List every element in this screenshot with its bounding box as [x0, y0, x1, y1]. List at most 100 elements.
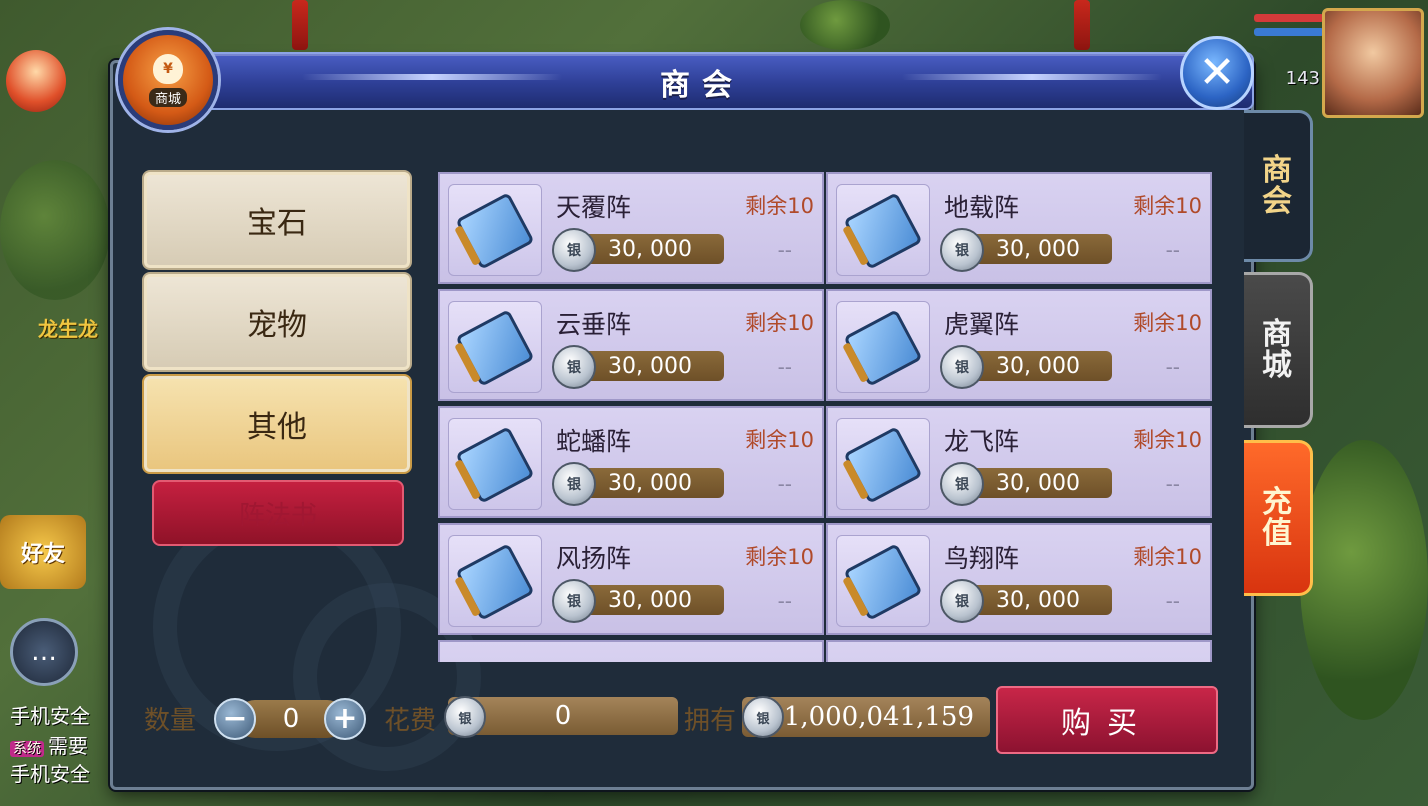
increase-quantity-button[interactable]: + — [324, 698, 366, 740]
quantity-label: 数量 — [144, 706, 197, 736]
silver-coin-icon: 银 — [940, 228, 984, 272]
item-card[interactable]: 鸟翔阵 剩余10 30, 000 银 -- — [826, 523, 1212, 635]
item-remaining: 剩余10 — [1133, 311, 1202, 335]
shop-emblem-icon: ¥ 商城 — [118, 30, 218, 130]
formation-book-icon — [842, 543, 923, 621]
formation-book-icon — [842, 192, 923, 270]
npc-name: 龙生龙 — [38, 317, 98, 341]
item-card-partial[interactable] — [826, 640, 1212, 662]
silver-coin-icon: 银 — [552, 462, 596, 506]
item-remaining: 剩余10 — [745, 428, 814, 452]
chat-line: 手机安全 — [10, 704, 90, 728]
item-icon-frame — [448, 535, 542, 627]
category-gems[interactable]: 宝石 — [142, 170, 412, 270]
tab-mall[interactable]: 商 城 — [1244, 272, 1313, 428]
item-extra: -- — [1165, 238, 1180, 262]
item-icon-frame — [836, 184, 930, 276]
category-other[interactable]: 其他 — [142, 374, 412, 474]
world-pillar — [1074, 0, 1090, 50]
mascot-icon[interactable] — [6, 50, 66, 112]
item-remaining: 剩余10 — [1133, 545, 1202, 569]
decrease-quantity-button[interactable]: − — [214, 698, 256, 740]
item-price: 30, 000 — [968, 234, 1112, 264]
item-price: 30, 000 — [580, 234, 724, 264]
silver-coin-icon: 银 — [940, 345, 984, 389]
silver-coin-icon: 银 — [940, 579, 984, 623]
item-card-partial[interactable] — [438, 640, 824, 662]
item-name: 龙飞阵 — [944, 427, 1020, 456]
item-icon-frame — [448, 184, 542, 276]
item-price: 30, 000 — [580, 468, 724, 498]
item-price: 30, 000 — [968, 585, 1112, 615]
item-price: 30, 000 — [580, 585, 724, 615]
item-grid[interactable]: 天覆阵 剩余10 30, 000 银 -- 地载阵 剩余10 30, 000 银… — [438, 172, 1212, 662]
formation-book-icon — [454, 543, 535, 621]
player-avatar[interactable] — [1322, 8, 1424, 118]
item-remaining: 剩余10 — [1133, 428, 1202, 452]
item-extra: -- — [1165, 355, 1180, 379]
item-price: 30, 000 — [580, 351, 724, 381]
subcategory-formation-books[interactable]: 阵法书 — [152, 480, 404, 546]
tab-label: 商 会 — [1262, 152, 1292, 219]
mp-bar — [1254, 28, 1324, 36]
item-name: 蛇蟠阵 — [556, 427, 632, 456]
item-extra: -- — [1165, 472, 1180, 496]
tab-recharge[interactable]: 充 值 — [1244, 440, 1313, 596]
item-extra: -- — [777, 238, 792, 262]
category-pets[interactable]: 宠物 — [142, 272, 412, 372]
item-remaining: 剩余10 — [745, 194, 814, 218]
world-tree — [1300, 440, 1428, 720]
dialog-title-bar: 商会 — [150, 52, 1254, 110]
item-card[interactable]: 龙飞阵 剩余10 30, 000 银 -- — [826, 406, 1212, 518]
item-price: 30, 000 — [968, 351, 1112, 381]
item-card[interactable]: 地载阵 剩余10 30, 000 银 -- — [826, 172, 1212, 284]
tab-chamber-of-commerce[interactable]: 商 会 — [1244, 110, 1313, 262]
silver-coin-icon: 银 — [940, 462, 984, 506]
cost-label: 花费 — [384, 706, 437, 736]
dialog-title: 商会 — [660, 68, 744, 103]
money-bag-icon: ¥ — [153, 53, 183, 84]
item-card[interactable]: 天覆阵 剩余10 30, 000 银 -- — [438, 172, 824, 284]
silver-coin-icon: 银 — [444, 696, 486, 738]
close-button[interactable]: ✕ — [1180, 36, 1254, 110]
item-name: 虎翼阵 — [944, 310, 1020, 339]
silver-coin-icon: 银 — [552, 345, 596, 389]
world-tree — [800, 0, 890, 50]
world-pillar — [292, 0, 308, 50]
chat-line: 手机安全 — [10, 762, 90, 786]
item-name: 风扬阵 — [556, 544, 632, 573]
chat-bubble-icon[interactable]: … — [10, 618, 78, 686]
item-card[interactable]: 虎翼阵 剩余10 30, 000 银 -- — [826, 289, 1212, 401]
item-remaining: 剩余10 — [745, 311, 814, 335]
item-icon-frame — [836, 535, 930, 627]
silver-coin-icon: 银 — [552, 579, 596, 623]
chat-line: 系统 需要 — [10, 730, 88, 759]
item-price: 30, 000 — [968, 468, 1112, 498]
item-extra: -- — [777, 355, 792, 379]
formation-book-icon — [454, 426, 535, 504]
silver-coin-icon: 银 — [742, 696, 784, 738]
buy-button[interactable]: 购买 — [996, 686, 1218, 754]
item-icon-frame — [836, 301, 930, 393]
tab-label: 商 城 — [1262, 316, 1292, 383]
tab-label: 充 值 — [1262, 484, 1292, 551]
emblem-label: 商城 — [148, 87, 187, 107]
friends-button[interactable]: 好友 — [0, 515, 86, 589]
system-tag: 系统 — [10, 741, 44, 757]
formation-book-icon — [454, 192, 535, 270]
hp-bar — [1254, 14, 1324, 22]
world-tree — [0, 160, 110, 300]
player-level: 143 — [1285, 68, 1320, 89]
item-extra: -- — [1165, 589, 1180, 613]
formation-book-icon — [842, 309, 923, 387]
item-name: 鸟翔阵 — [944, 544, 1020, 573]
item-remaining: 剩余10 — [745, 545, 814, 569]
item-remaining: 剩余10 — [1133, 194, 1202, 218]
item-card[interactable]: 云垂阵 剩余10 30, 000 银 -- — [438, 289, 824, 401]
item-card[interactable]: 风扬阵 剩余10 30, 000 银 -- — [438, 523, 824, 635]
item-card[interactable]: 蛇蟠阵 剩余10 30, 000 银 -- — [438, 406, 824, 518]
item-icon-frame — [448, 301, 542, 393]
item-extra: -- — [777, 589, 792, 613]
formation-book-icon — [842, 426, 923, 504]
item-name: 地载阵 — [944, 193, 1020, 222]
